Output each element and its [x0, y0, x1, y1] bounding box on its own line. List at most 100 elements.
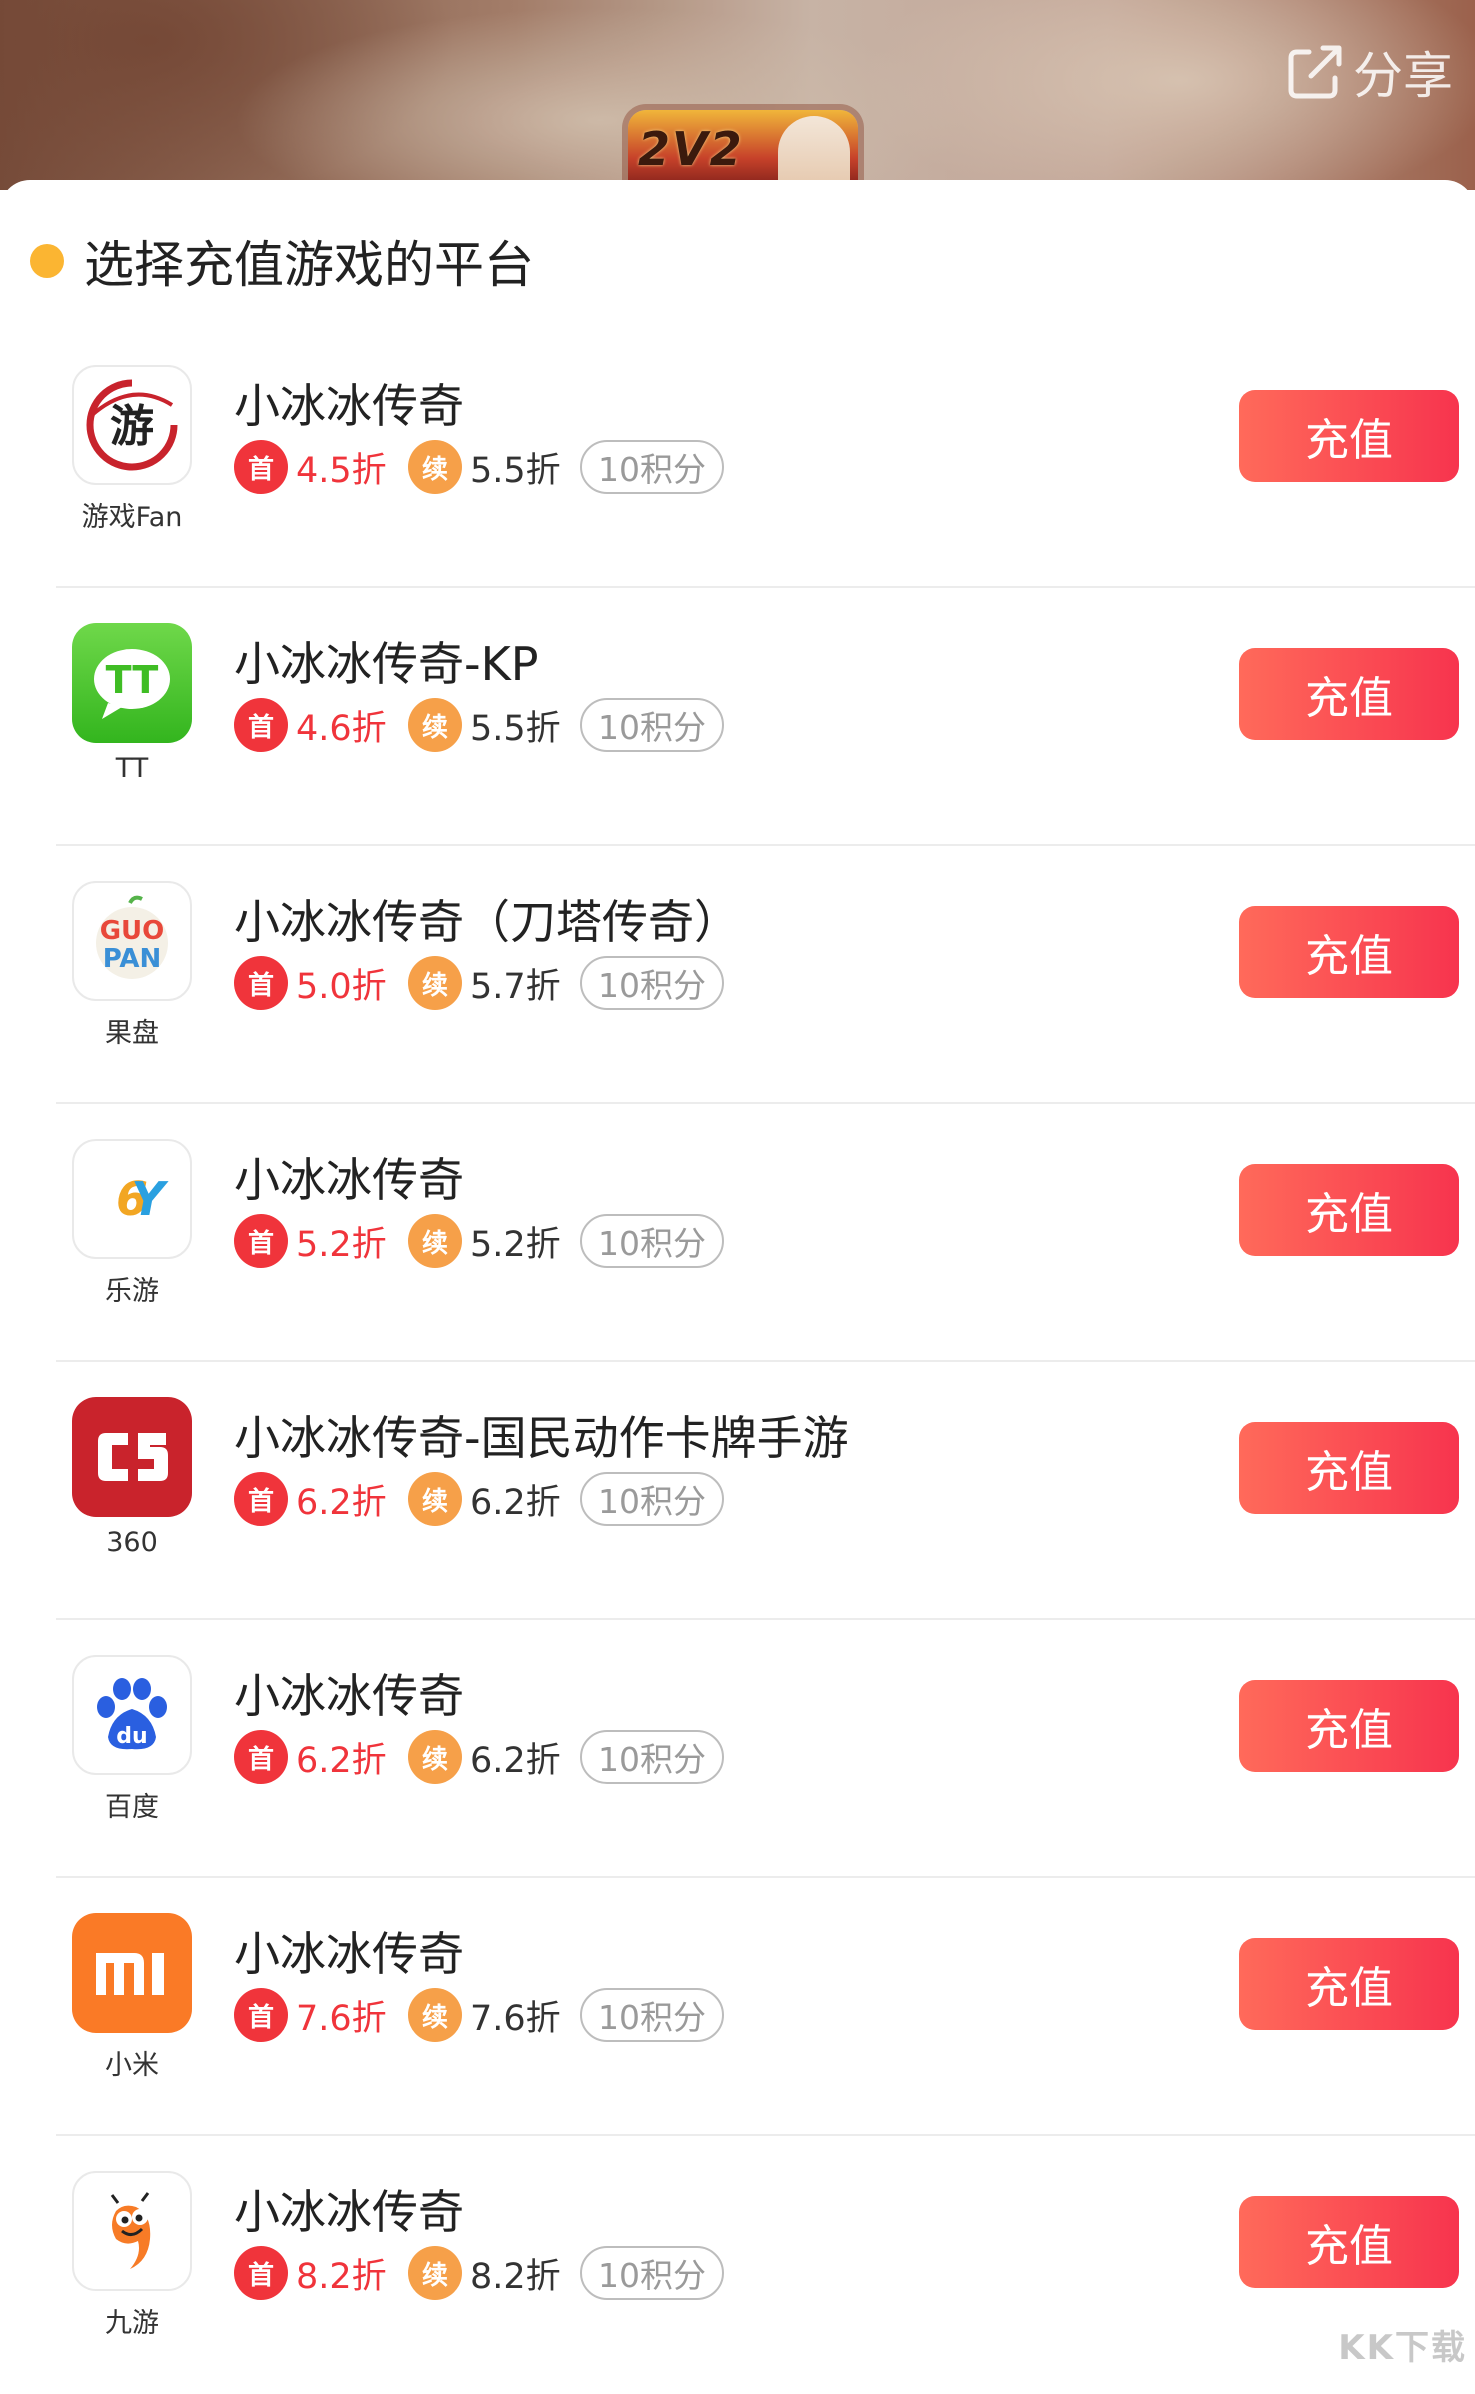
points-pill: 10积分: [580, 1472, 724, 1526]
recharge-button[interactable]: 充值: [1239, 390, 1459, 482]
baidu-icon: du: [72, 1655, 192, 1775]
svg-text:TT: TT: [106, 658, 159, 702]
game-name: 小冰冰传奇-KP: [234, 637, 539, 691]
svg-text:游: 游: [110, 401, 154, 452]
sheet-header: 选择充值游戏的平台: [30, 225, 534, 297]
game-name: 小冰冰传奇: [234, 1669, 464, 1723]
platform-list: 游 游戏Fan 小冰冰传奇 首 4.5折 续 5.5折 10积分 充值 TT T…: [0, 330, 1475, 2394]
platform-label: TT: [115, 753, 149, 784]
recharge-button[interactable]: 充值: [1239, 1938, 1459, 2030]
discount-row: 首 5.2折 续 5.2折 10积分: [234, 1214, 724, 1268]
renew-badge: 续: [408, 440, 462, 494]
game-name: 小冰冰传奇: [234, 379, 464, 433]
renew-discount: 6.2折: [470, 1482, 561, 1523]
renew-discount: 6.2折: [470, 1740, 561, 1781]
sheet-title: 选择充值游戏的平台: [84, 236, 534, 294]
points-pill: 10积分: [580, 698, 724, 752]
renew-discount: 5.5折: [470, 708, 561, 749]
game-name: 小冰冰传奇: [234, 2185, 464, 2239]
renew-discount: 8.2折: [470, 2256, 561, 2297]
points-pill: 10积分: [580, 1730, 724, 1784]
first-discount: 4.6折: [296, 708, 387, 749]
first-discount: 6.2折: [296, 1482, 387, 1523]
title-dot-icon: [30, 244, 64, 278]
first-charge-badge: 首: [234, 2246, 288, 2300]
first-charge-badge: 首: [234, 1214, 288, 1268]
platform-row: GUO PAN 果盘 小冰冰传奇（刀塔传奇） 首 5.0折 续 5.7折 10积…: [56, 846, 1475, 1104]
game-logo-text: 2V2: [638, 122, 744, 176]
first-charge-badge: 首: [234, 698, 288, 752]
renew-badge: 续: [408, 1988, 462, 2042]
platform-row: TT TT 小冰冰传奇-KP 首 4.6折 续 5.5折 10积分 充值: [56, 588, 1475, 846]
renew-discount: 5.2折: [470, 1224, 561, 1265]
game-logo-character: [778, 116, 850, 190]
first-charge-badge: 首: [234, 440, 288, 494]
first-charge-badge: 首: [234, 1472, 288, 1526]
svg-text:du: du: [116, 1724, 147, 1749]
discount-row: 首 4.5折 续 5.5折 10积分: [234, 440, 724, 494]
xiaomi-icon: [72, 1913, 192, 2033]
share-icon: [1285, 42, 1345, 102]
game-name: 小冰冰传奇-国民动作卡牌手游: [234, 1411, 849, 1465]
platform-label: 游戏Fan: [81, 502, 183, 533]
first-discount: 7.6折: [296, 1998, 387, 2039]
recharge-button[interactable]: 充值: [1239, 1422, 1459, 1514]
recharge-button[interactable]: 充值: [1239, 1680, 1459, 1772]
renew-discount: 5.5折: [470, 450, 561, 491]
recharge-button[interactable]: 充值: [1239, 2196, 1459, 2288]
first-discount: 4.5折: [296, 450, 387, 491]
svg-text:Y: Y: [131, 1172, 169, 1226]
game-name: 小冰冰传奇: [234, 1927, 464, 1981]
platform-row: 游 游戏Fan 小冰冰传奇 首 4.5折 续 5.5折 10积分 充值: [56, 330, 1475, 588]
watermark: KK下载: [1338, 2328, 1467, 2368]
first-discount: 5.2折: [296, 1224, 387, 1265]
jiuyou-icon: [72, 2171, 192, 2291]
6y-icon: 6 Y: [72, 1139, 192, 1259]
discount-row: 首 4.6折 续 5.5折 10积分: [234, 698, 724, 752]
platform-sheet: 选择充值游戏的平台 游 游戏Fan 小冰冰传奇 首 4.5折 续 5.5折 10…: [0, 180, 1475, 2375]
game-logo: 2V2: [628, 110, 858, 190]
points-pill: 10积分: [580, 2246, 724, 2300]
first-charge-badge: 首: [234, 1730, 288, 1784]
platform-row: 小米 小冰冰传奇 首 7.6折 续 7.6折 10积分 充值: [56, 1878, 1475, 2136]
discount-row: 首 7.6折 续 7.6折 10积分: [234, 1988, 724, 2042]
first-charge-badge: 首: [234, 1988, 288, 2042]
platform-row: 九游 小冰冰传奇 首 8.2折 续 8.2折 10积分 充值: [56, 2136, 1475, 2394]
share-label: 分享: [1353, 47, 1453, 105]
first-discount: 8.2折: [296, 2256, 387, 2297]
points-pill: 10积分: [580, 956, 724, 1010]
discount-row: 首 6.2折 续 6.2折 10积分: [234, 1730, 724, 1784]
recharge-button[interactable]: 充值: [1239, 1164, 1459, 1256]
points-pill: 10积分: [580, 440, 724, 494]
renew-badge: 续: [408, 1214, 462, 1268]
platform-label: 百度: [105, 1792, 159, 1823]
platform-row: 6 Y 乐游 小冰冰传奇 首 5.2折 续 5.2折 10积分 充值: [56, 1104, 1475, 1362]
share-button[interactable]: 分享: [1285, 36, 1453, 108]
renew-badge: 续: [408, 2246, 462, 2300]
renew-discount: 7.6折: [470, 1998, 561, 2039]
recharge-button[interactable]: 充值: [1239, 648, 1459, 740]
recharge-button[interactable]: 充值: [1239, 906, 1459, 998]
points-pill: 10积分: [580, 1988, 724, 2042]
svg-text:PAN: PAN: [103, 944, 162, 974]
first-charge-badge: 首: [234, 956, 288, 1010]
renew-discount: 5.7折: [470, 966, 561, 1007]
c5-icon: [72, 1397, 192, 1517]
first-discount: 6.2折: [296, 1740, 387, 1781]
renew-badge: 续: [408, 1730, 462, 1784]
youxifan-icon: 游: [72, 365, 192, 485]
tt-icon: TT: [72, 623, 192, 743]
platform-label: 果盘: [105, 1018, 159, 1049]
first-discount: 5.0折: [296, 966, 387, 1007]
renew-badge: 续: [408, 956, 462, 1010]
game-name: 小冰冰传奇: [234, 1153, 464, 1207]
discount-row: 首 6.2折 续 6.2折 10积分: [234, 1472, 724, 1526]
guopan-icon: GUO PAN: [72, 881, 192, 1001]
platform-label: 九游: [105, 2308, 159, 2339]
platform-label: 360: [106, 1527, 158, 1558]
renew-badge: 续: [408, 698, 462, 752]
game-name: 小冰冰传奇（刀塔传奇）: [234, 895, 740, 949]
platform-row: 360 小冰冰传奇-国民动作卡牌手游 首 6.2折 续 6.2折 10积分 充值: [56, 1362, 1475, 1620]
renew-badge: 续: [408, 1472, 462, 1526]
svg-text:GUO: GUO: [100, 916, 165, 946]
